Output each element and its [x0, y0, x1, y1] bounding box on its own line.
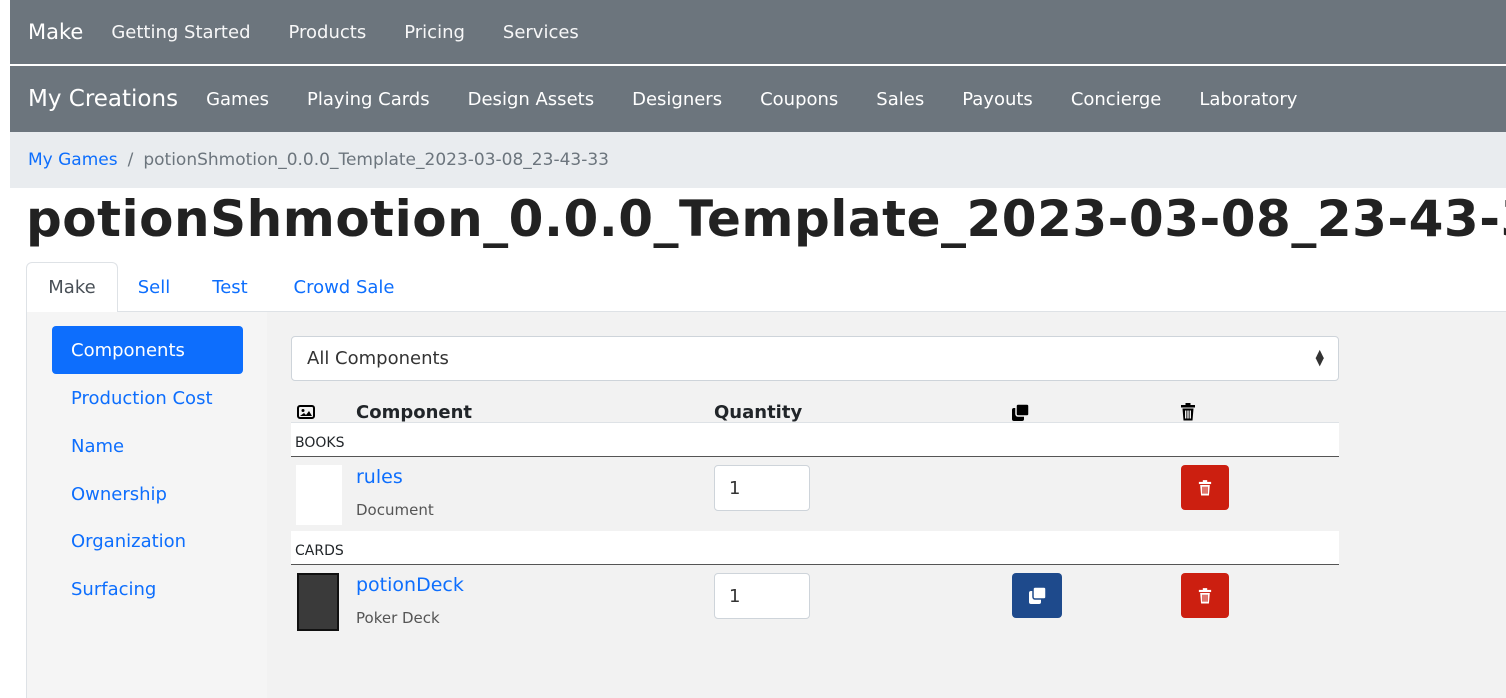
breadcrumb-current: potionShmotion_0.0.0_Template_2023-03-08… — [143, 150, 609, 170]
nav-products[interactable]: Products — [289, 22, 367, 43]
component-type: Document — [356, 501, 434, 519]
tab-bar: Make Sell Test Crowd Sale — [26, 262, 1506, 313]
sidebar-item-ownership[interactable]: Ownership — [52, 470, 243, 518]
component-type: Poker Deck — [356, 609, 440, 627]
duplicate-column-header — [1011, 400, 1030, 424]
group-header-books: BOOKS — [291, 423, 1339, 457]
sidebar: Components Production Cost Name Ownershi… — [27, 312, 267, 698]
nav-design-assets[interactable]: Design Assets — [468, 89, 594, 110]
group-header-cards: CARDS — [291, 531, 1339, 565]
nav-playing-cards[interactable]: Playing Cards — [307, 89, 430, 110]
delete-button[interactable] — [1181, 465, 1229, 510]
tab-test[interactable]: Test — [194, 262, 266, 312]
image-column-header — [297, 400, 315, 424]
quantity-input[interactable]: 1 — [714, 573, 810, 619]
nav-concierge[interactable]: Concierge — [1071, 89, 1162, 110]
sidebar-item-components[interactable]: Components — [52, 326, 243, 374]
tab-make[interactable]: Make — [26, 262, 118, 313]
quantity-column-header: Quantity — [714, 401, 803, 423]
component-filter-value: All Components — [307, 348, 449, 369]
breadcrumb: My Games / potionShmotion_0.0.0_Template… — [10, 132, 1506, 188]
nav-pricing[interactable]: Pricing — [404, 22, 465, 43]
duplicate-button[interactable] — [1012, 573, 1062, 618]
quantity-input[interactable]: 1 — [714, 465, 810, 511]
tab-crowd-sale[interactable]: Crowd Sale — [278, 262, 410, 312]
component-filter-select[interactable]: All Components ▲ ▼ — [291, 336, 1339, 381]
table-row: potionDeck Poker Deck 1 — [291, 566, 1339, 640]
nav-payouts[interactable]: Payouts — [962, 89, 1033, 110]
brand-my-creations[interactable]: My Creations — [28, 86, 178, 112]
nav-sales[interactable]: Sales — [876, 89, 924, 110]
creations-navbar: My Creations Games Playing Cards Design … — [10, 66, 1506, 132]
brand-make[interactable]: Make — [28, 20, 83, 44]
sort-caret-icon: ▲ ▼ — [1315, 347, 1324, 368]
image-icon — [297, 405, 315, 419]
nav-coupons[interactable]: Coupons — [760, 89, 838, 110]
component-link-rules[interactable]: rules — [356, 466, 403, 488]
nav-games[interactable]: Games — [206, 89, 269, 110]
sidebar-item-surfacing[interactable]: Surfacing — [52, 565, 243, 613]
table-row: rules Document 1 — [291, 458, 1339, 532]
copy-icon — [1012, 402, 1030, 421]
page-title: potionShmotion_0.0.0_Template_2023-03-08… — [26, 190, 1506, 248]
nav-getting-started[interactable]: Getting Started — [111, 22, 250, 43]
components-content: All Components ▲ ▼ Component Quantity BO… — [267, 312, 1506, 698]
delete-column-header — [1180, 400, 1196, 424]
trash-icon — [1198, 587, 1212, 603]
sidebar-item-production-cost[interactable]: Production Cost — [52, 374, 243, 422]
make-panel: Components Production Cost Name Ownershi… — [26, 312, 1506, 698]
breadcrumb-my-games[interactable]: My Games — [28, 150, 118, 170]
component-column-header: Component — [356, 401, 473, 423]
trash-icon — [1181, 403, 1195, 421]
copy-icon — [1028, 586, 1047, 604]
nav-services[interactable]: Services — [503, 22, 579, 43]
delete-button[interactable] — [1181, 573, 1229, 618]
component-thumbnail[interactable] — [297, 573, 339, 631]
tab-sell[interactable]: Sell — [118, 262, 190, 312]
breadcrumb-separator: / — [127, 150, 134, 170]
sidebar-item-name[interactable]: Name — [52, 422, 243, 470]
sidebar-item-organization[interactable]: Organization — [52, 517, 243, 565]
nav-designers[interactable]: Designers — [632, 89, 722, 110]
component-thumbnail[interactable] — [296, 465, 342, 525]
nav-laboratory[interactable]: Laboratory — [1199, 89, 1297, 110]
top-navbar: Make Getting Started Products Pricing Se… — [10, 0, 1506, 64]
component-link-potiondeck[interactable]: potionDeck — [356, 574, 464, 596]
trash-icon — [1198, 479, 1212, 495]
